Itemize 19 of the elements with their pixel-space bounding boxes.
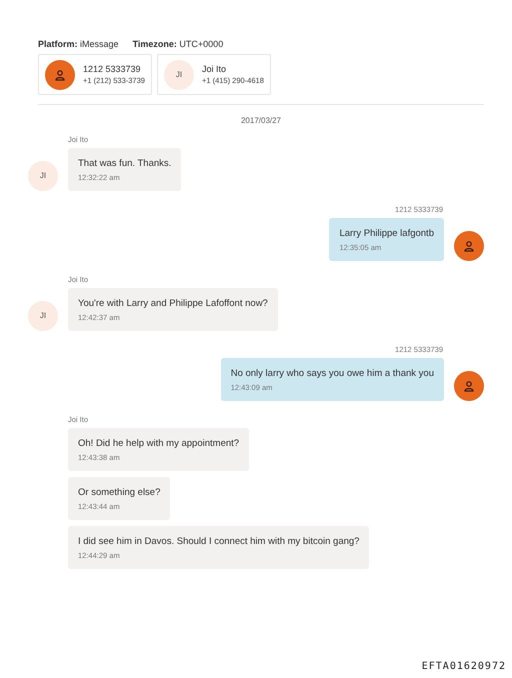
participant-name: Joi Ito xyxy=(202,63,227,75)
avatar: JI xyxy=(28,161,58,191)
message-text: You're with Larry and Philippe Lafoffont now? xyxy=(78,297,268,310)
message-text: I did see him in Davos. Should I connect him with my bitcoin gang? xyxy=(78,535,360,548)
message-text: Or something else? xyxy=(78,486,160,499)
timezone-label: Timezone: UTC+0000 xyxy=(132,38,224,50)
message-text: Larry Philippe lafgontb xyxy=(339,227,434,240)
message-text: That was fun. Thanks. xyxy=(78,157,172,170)
avatar: JI xyxy=(28,301,58,331)
message-text: No only larry who says you owe him a thank you xyxy=(230,367,434,380)
message-text: Oh! Did he help with my appointment? xyxy=(78,437,240,450)
person-icon xyxy=(463,240,475,252)
person-icon xyxy=(54,68,66,80)
platform-label: Platform: iMessage xyxy=(38,38,119,50)
avatar: JI xyxy=(164,60,194,90)
document-id-label: EFTA01620972 xyxy=(422,660,506,674)
participant-name: 1212 5333739 xyxy=(83,63,142,75)
date-label: 2017/03/27 xyxy=(240,115,282,127)
person-icon xyxy=(463,380,475,392)
